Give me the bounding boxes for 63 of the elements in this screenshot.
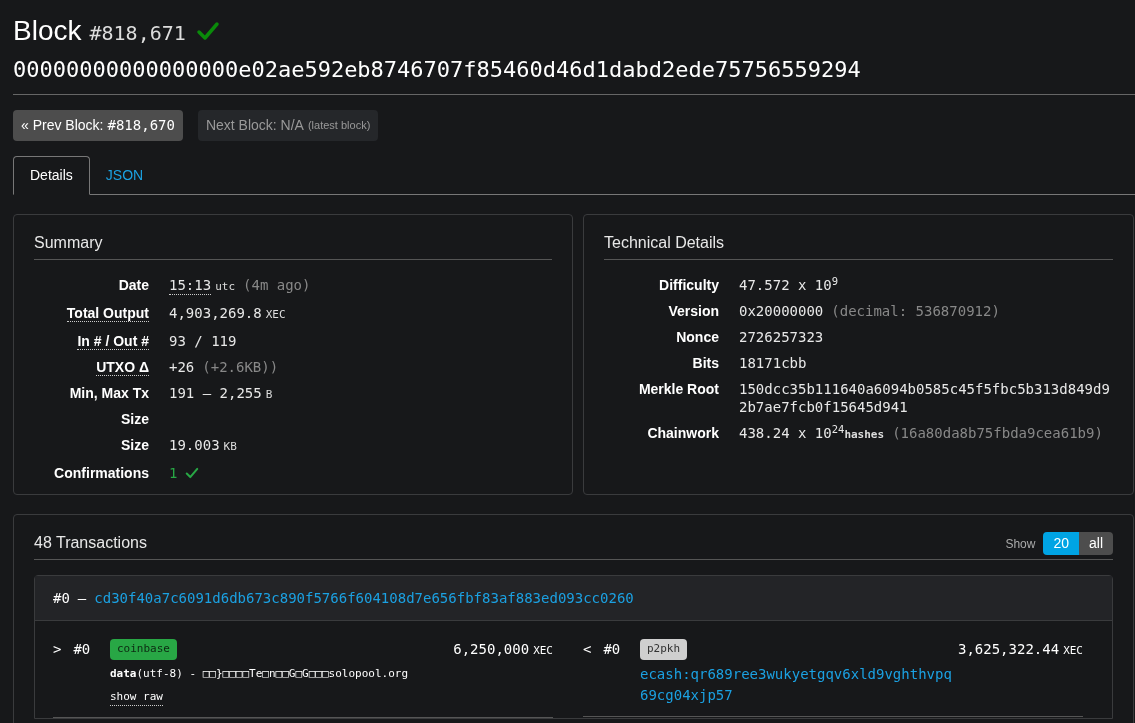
tab[interactable]: JSON: [89, 156, 160, 195]
field-label: UTXO Δ: [96, 359, 149, 376]
block-hash: 00000000000000000e02ae592eb8746707f85460d46d1dabd2ede75756559294: [13, 56, 862, 84]
field-label: Merkle Root: [638, 381, 719, 397]
unit-label: XEC: [1063, 643, 1083, 659]
unit-label: XEC: [265, 307, 286, 323]
field-label: Bits: [692, 355, 719, 371]
prev-block-button[interactable]: « Prev Block: #818,670: [13, 110, 183, 141]
field-label: Min, Max Tx Size: [69, 385, 149, 427]
field-value: 150dcc35b111640a6094b0585c45f5fbc5b313d849d92b7ae7fcb0f15645d941: [739, 380, 1111, 416]
txid-link[interactable]: cd30f40a7c6091d6db673c890f5766f604108d7e656fbf83af883ed093cc0260: [94, 587, 634, 609]
transaction-index: #0: [53, 588, 70, 608]
field-value: 93 / 119: [169, 332, 237, 350]
field-value: 438.24 x 10$^{24}$: [739, 424, 845, 442]
field-value: 19.003: [169, 436, 220, 454]
field-value: 2726257323: [739, 328, 824, 346]
field-label: Confirmations: [54, 465, 149, 481]
output-arrow[interactable]: <: [583, 639, 592, 706]
unit-label: KB: [223, 439, 237, 455]
field-label: Total Output: [66, 305, 149, 322]
show-label: Show: [1005, 535, 1036, 553]
field-value: +26: [169, 358, 195, 376]
field-value: 4,903,269.8: [169, 304, 262, 322]
note-text: (4m ago): [243, 276, 311, 294]
unit-label: B: [265, 387, 273, 403]
block-height: #818,671: [89, 20, 186, 47]
unit-label: XEC: [533, 643, 553, 659]
script-type-tag: coinbase: [110, 639, 177, 660]
coinbase-data: data(utf-8) - □□}□□□□Te□n□□G□G□□□solopool.org: [110, 666, 410, 682]
card-title: 48 Transactions: [34, 533, 147, 553]
expand-arrow[interactable]: >: [53, 639, 62, 707]
field-label: Size: [121, 437, 149, 453]
field-value: 191 – 2,255: [169, 384, 262, 402]
field-value: 15:13: [169, 276, 212, 295]
check-icon: [185, 466, 200, 480]
field-label: Nonce: [676, 329, 719, 345]
unit-label: utc: [215, 279, 236, 295]
script-type-tag: p2pkh: [640, 639, 688, 660]
field-value: 18171cbb: [739, 354, 807, 372]
field-label: Chainwork: [647, 425, 719, 441]
show-raw-link[interactable]: show raw: [110, 688, 163, 706]
note-text: (16a80da8b75fbda9cea61b9): [892, 424, 1103, 442]
field-value: 0x20000000: [739, 302, 824, 320]
field-label: Date: [118, 277, 149, 293]
field-label: Difficulty: [659, 277, 719, 293]
field-label: In # / Out #: [77, 333, 149, 350]
note-text: (decimal: 536870912): [831, 302, 1000, 320]
amount-value: 3,625,322.44: [957, 640, 1060, 659]
output-index: #0: [603, 640, 621, 659]
note-text: (+2.6KB)): [202, 358, 279, 376]
field-value: 47.572 x 10$^{9}$: [739, 276, 839, 294]
page-size-toggle[interactable]: all: [1079, 532, 1113, 555]
field-label: Version: [668, 303, 719, 319]
dash-text: –: [77, 588, 87, 608]
address-link[interactable]: ecash:qr689ree3wukyetgqv6xld9vghthvpq69cg04xjp57: [640, 664, 960, 706]
amount-value: 6,250,000: [453, 640, 530, 659]
input-index: #0: [73, 640, 91, 659]
tab[interactable]: Details: [13, 156, 90, 195]
unit-label: hashes: [844, 428, 885, 443]
card-title: Technical Details: [604, 231, 1113, 260]
page-title: Block: [13, 14, 82, 48]
card-title: Summary: [34, 231, 552, 260]
field-value: 1: [169, 464, 178, 482]
